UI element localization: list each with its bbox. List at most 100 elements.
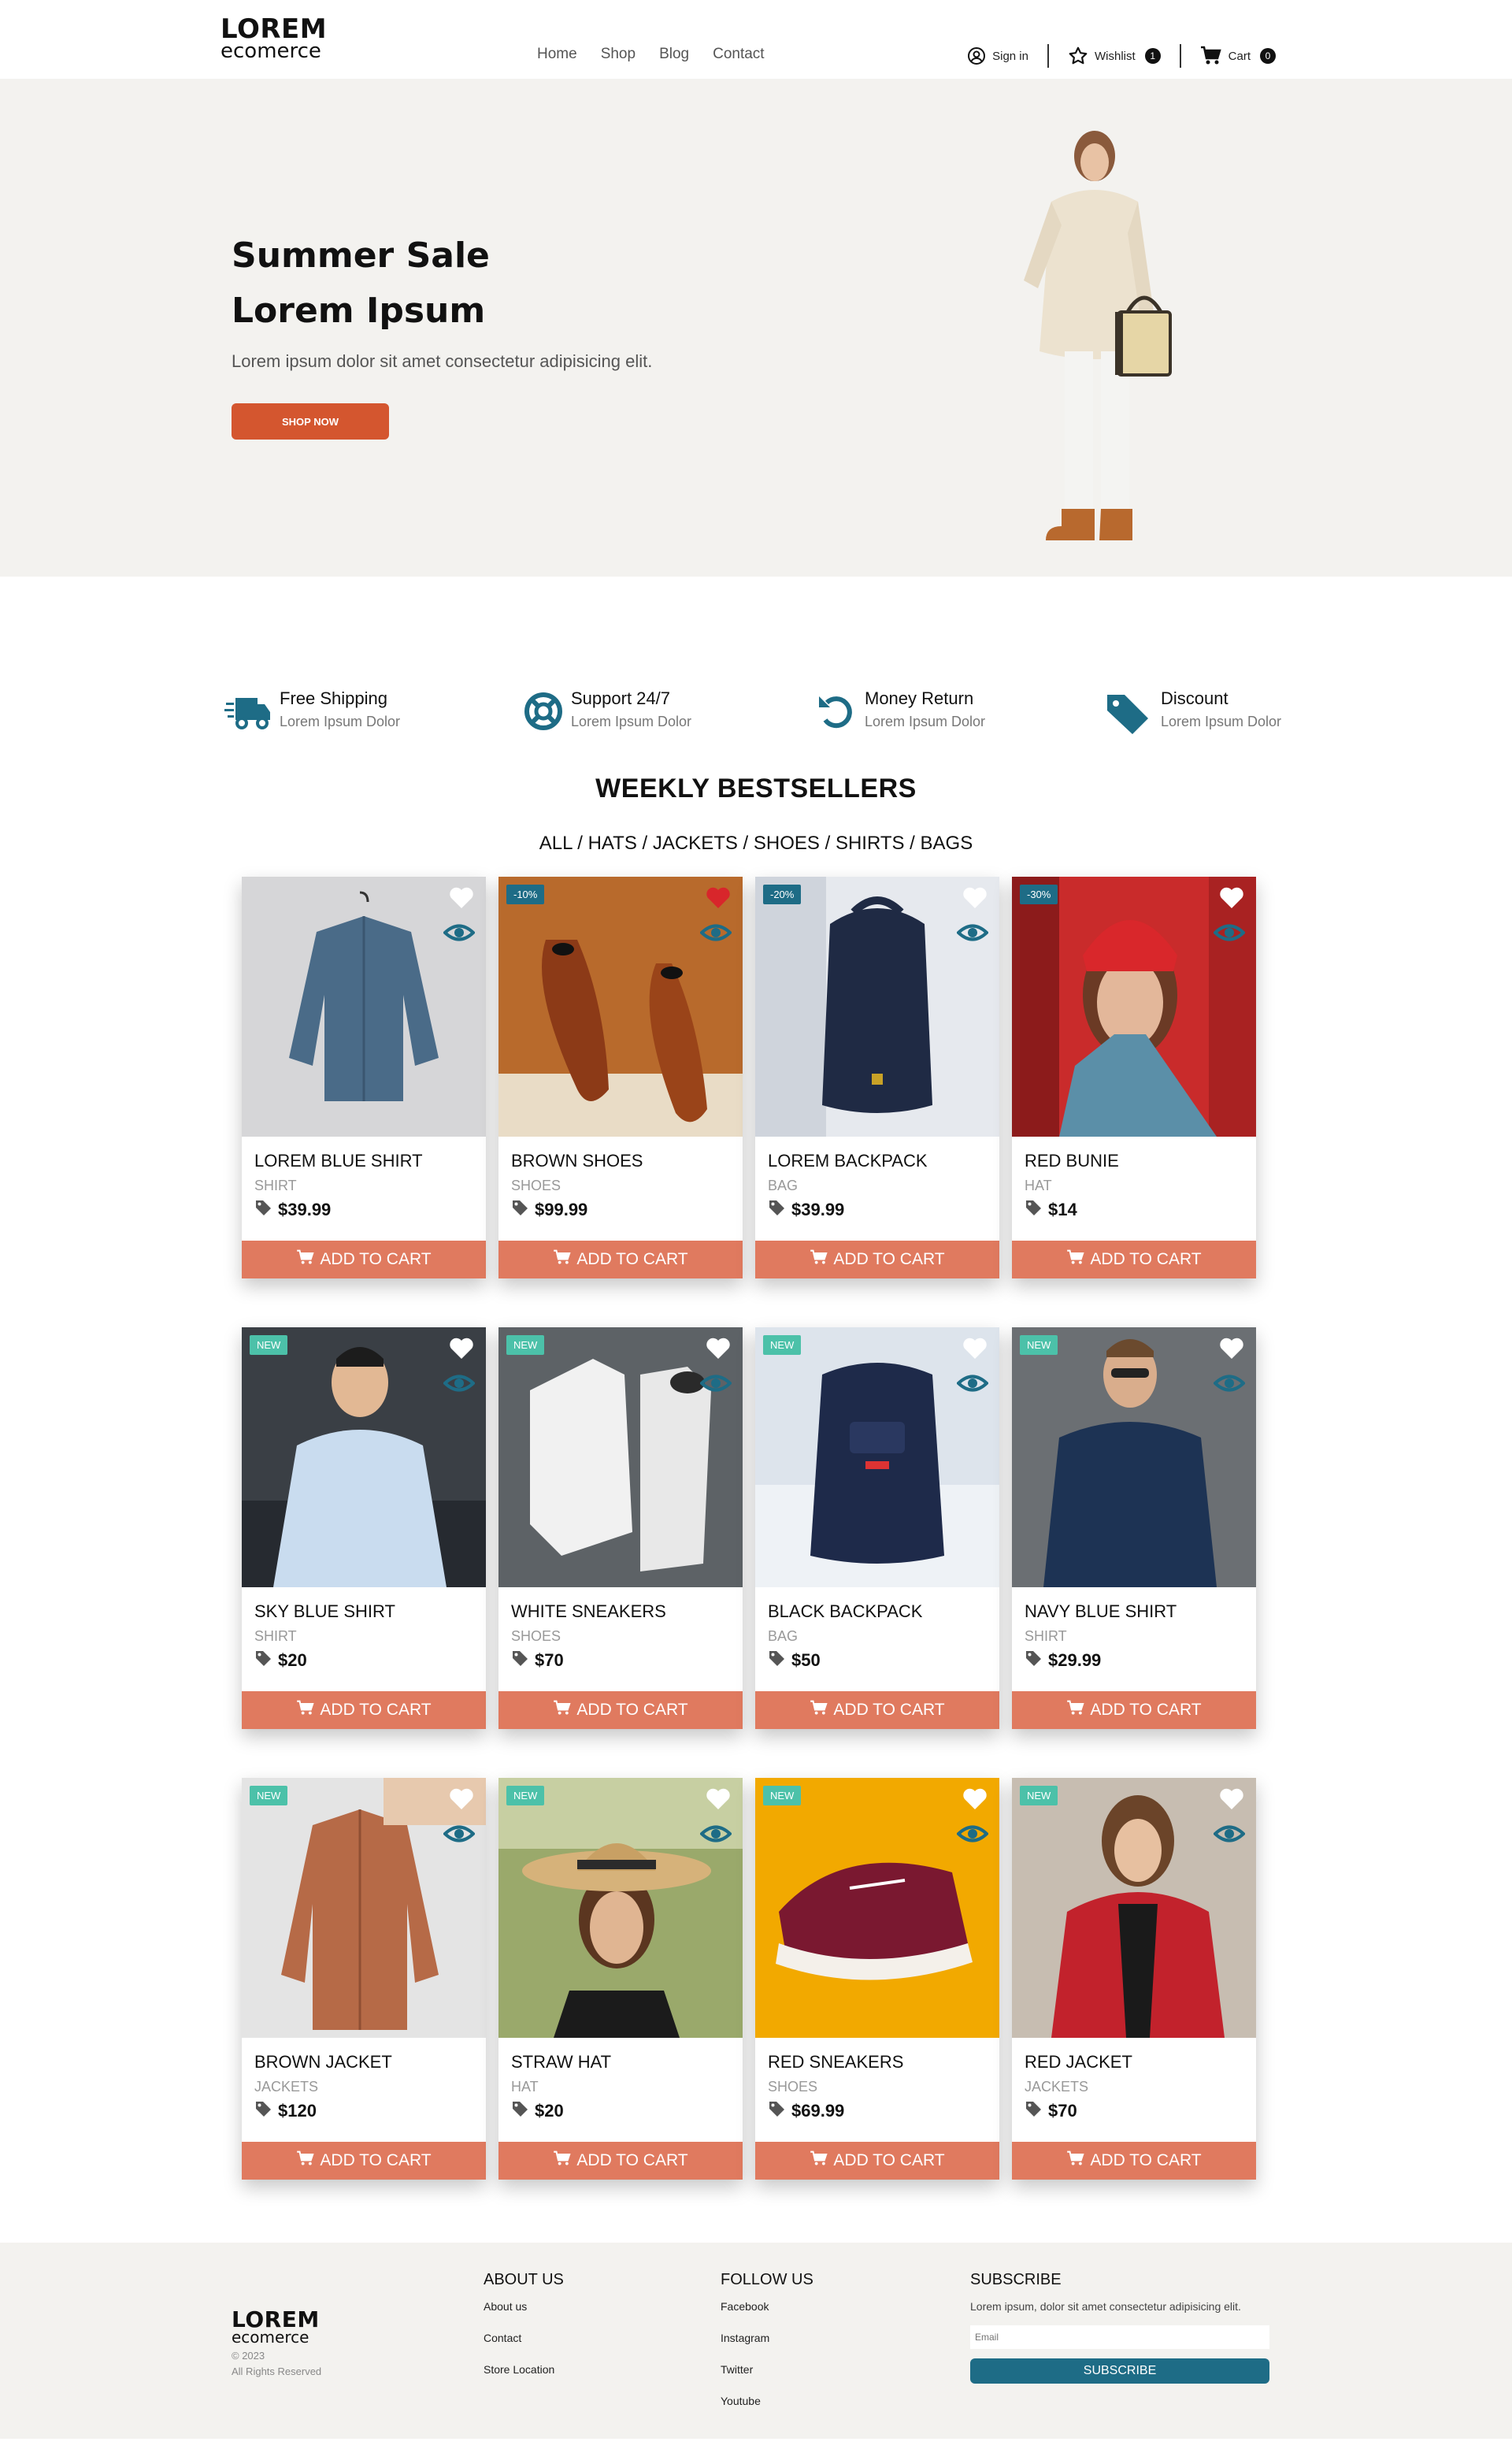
footer-link-twitter[interactable]: Twitter — [721, 2363, 813, 2376]
subscribe-button[interactable]: SUBSCRIBE — [970, 2358, 1269, 2384]
eye-icon[interactable] — [1213, 1373, 1246, 1397]
heart-icon[interactable] — [705, 1787, 732, 1815]
eye-icon[interactable] — [699, 922, 732, 947]
product-name[interactable]: WHITE SNEAKERS — [511, 1601, 730, 1622]
product-name[interactable]: BROWN JACKET — [254, 2052, 473, 2072]
product-image[interactable]: NEW — [498, 1778, 743, 2038]
product-card[interactable]: NEW STRAW HAT HAT $20 ADD TO CART — [498, 1778, 743, 2180]
add-to-cart-button[interactable]: ADD TO CART — [1012, 1691, 1256, 1729]
filter-jackets[interactable]: JACKETS — [653, 833, 738, 854]
eye-icon[interactable] — [956, 1824, 989, 1848]
product-image[interactable]: -10% — [498, 877, 743, 1137]
heart-icon[interactable] — [1218, 1337, 1245, 1364]
product-name[interactable]: RED JACKET — [1025, 2052, 1243, 2072]
eye-icon[interactable] — [443, 1373, 476, 1397]
eye-icon[interactable] — [1213, 1824, 1246, 1848]
heart-icon[interactable] — [448, 1337, 475, 1364]
product-image[interactable]: NEW — [498, 1327, 743, 1587]
add-to-cart-button[interactable]: ADD TO CART — [755, 2142, 999, 2180]
heart-icon[interactable] — [962, 1787, 988, 1815]
product-card[interactable]: NEW SKY BLUE SHIRT SHIRT $20 ADD TO CART — [242, 1327, 486, 1729]
product-name[interactable]: RED BUNIE — [1025, 1151, 1243, 1171]
nav-blog[interactable]: Blog — [659, 46, 689, 63]
feature-money-return: Money Return Lorem Ipsum Dolor — [816, 688, 985, 733]
footer-link-about[interactable]: About us — [484, 2300, 564, 2313]
footer-link-facebook[interactable]: Facebook — [721, 2300, 813, 2313]
eye-icon[interactable] — [956, 1373, 989, 1397]
filter-bags[interactable]: BAGS — [921, 833, 973, 854]
product-image[interactable]: NEW — [1012, 1778, 1256, 2038]
eye-icon[interactable] — [443, 922, 476, 947]
product-name[interactable]: RED SNEAKERS — [768, 2052, 987, 2072]
footer-link-contact[interactable]: Contact — [484, 2332, 564, 2344]
filter-shirts[interactable]: SHIRTS — [836, 833, 905, 854]
product-card[interactable]: NEW BLACK BACKPACK BAG $50 ADD TO CART — [755, 1327, 999, 1729]
product-name[interactable]: LOREM BLUE SHIRT — [254, 1151, 473, 1171]
heart-icon[interactable] — [1218, 1787, 1245, 1815]
add-to-cart-button[interactable]: ADD TO CART — [242, 1691, 486, 1729]
product-card[interactable]: NEW RED JACKET JACKETS $70 ADD TO CART — [1012, 1778, 1256, 2180]
eye-icon[interactable] — [1213, 922, 1246, 947]
product-card[interactable]: NEW WHITE SNEAKERS SHOES $70 ADD TO CART — [498, 1327, 743, 1729]
product-card[interactable]: NEW RED SNEAKERS SHOES $69.99 ADD TO CART — [755, 1778, 999, 2180]
footer-link-store[interactable]: Store Location — [484, 2363, 564, 2376]
product-image[interactable]: -20% — [755, 877, 999, 1137]
product-image[interactable]: NEW — [242, 1778, 486, 2038]
wishlist-link[interactable]: Wishlist 1 — [1068, 46, 1161, 66]
add-to-cart-button[interactable]: ADD TO CART — [498, 1691, 743, 1729]
heart-icon[interactable] — [962, 1337, 988, 1364]
product-image[interactable]: NEW — [1012, 1327, 1256, 1587]
nav-contact[interactable]: Contact — [713, 46, 764, 63]
heart-icon[interactable] — [1218, 886, 1245, 914]
filter-hats[interactable]: HATS — [588, 833, 637, 854]
nav-shop[interactable]: Shop — [601, 46, 636, 63]
product-card[interactable]: NEW NAVY BLUE SHIRT SHIRT $29.99 ADD TO CART — [1012, 1327, 1256, 1729]
product-photo — [1012, 1778, 1256, 2038]
product-name[interactable]: STRAW HAT — [511, 2052, 730, 2072]
product-card[interactable]: -20% LOREM BACKPACK BAG $39.99 ADD TO CART — [755, 877, 999, 1278]
filter-shoes[interactable]: SHOES — [754, 833, 820, 854]
product-card[interactable]: -10% BROWN SHOES SHOES $99.99 ADD TO CART — [498, 877, 743, 1278]
filter-all[interactable]: ALL — [539, 833, 573, 854]
product-card[interactable]: NEW BROWN JACKET JACKETS $120 ADD TO CART — [242, 1778, 486, 2180]
shop-now-button[interactable]: SHOP NOW — [232, 403, 389, 440]
product-image[interactable]: NEW — [242, 1327, 486, 1587]
product-name[interactable]: BROWN SHOES — [511, 1151, 730, 1171]
heart-icon[interactable] — [705, 886, 732, 914]
product-image[interactable] — [242, 877, 486, 1137]
eye-icon[interactable] — [699, 1373, 732, 1397]
add-to-cart-button[interactable]: ADD TO CART — [498, 1241, 743, 1278]
brand-logo[interactable]: LOREM ecomerce — [220, 16, 327, 61]
heart-icon[interactable] — [962, 886, 988, 914]
product-card[interactable]: -30% RED BUNIE HAT $14 ADD TO CART — [1012, 877, 1256, 1278]
product-name[interactable]: NAVY BLUE SHIRT — [1025, 1601, 1243, 1622]
add-to-cart-button[interactable]: ADD TO CART — [755, 1241, 999, 1278]
heart-icon[interactable] — [448, 886, 475, 914]
nav-home[interactable]: Home — [537, 46, 577, 63]
footer-link-instagram[interactable]: Instagram — [721, 2332, 813, 2344]
add-to-cart-button[interactable]: ADD TO CART — [242, 1241, 486, 1278]
add-to-cart-button[interactable]: ADD TO CART — [498, 2142, 743, 2180]
footer-link-youtube[interactable]: Youtube — [721, 2395, 813, 2407]
heart-icon[interactable] — [448, 1787, 475, 1815]
product-name[interactable]: SKY BLUE SHIRT — [254, 1601, 473, 1622]
eye-icon[interactable] — [699, 1824, 732, 1848]
cart-link[interactable]: Cart 0 — [1200, 46, 1276, 66]
signin-label: Sign in — [992, 49, 1028, 63]
footer-logo[interactable]: LOREM ecomerce — [232, 2309, 320, 2346]
signin-link[interactable]: Sign in — [967, 46, 1028, 65]
heart-icon[interactable] — [705, 1337, 732, 1364]
eye-icon[interactable] — [956, 922, 989, 947]
add-to-cart-button[interactable]: ADD TO CART — [755, 1691, 999, 1729]
product-name[interactable]: LOREM BACKPACK — [768, 1151, 987, 1171]
add-to-cart-button[interactable]: ADD TO CART — [1012, 2142, 1256, 2180]
product-card[interactable]: LOREM BLUE SHIRT SHIRT $39.99 ADD TO CART — [242, 877, 486, 1278]
add-to-cart-button[interactable]: ADD TO CART — [1012, 1241, 1256, 1278]
product-name[interactable]: BLACK BACKPACK — [768, 1601, 987, 1622]
eye-icon[interactable] — [443, 1824, 476, 1848]
email-field[interactable] — [970, 2325, 1269, 2349]
product-image[interactable]: NEW — [755, 1778, 999, 2038]
product-image[interactable]: -30% — [1012, 877, 1256, 1137]
add-to-cart-button[interactable]: ADD TO CART — [242, 2142, 486, 2180]
product-image[interactable]: NEW — [755, 1327, 999, 1587]
